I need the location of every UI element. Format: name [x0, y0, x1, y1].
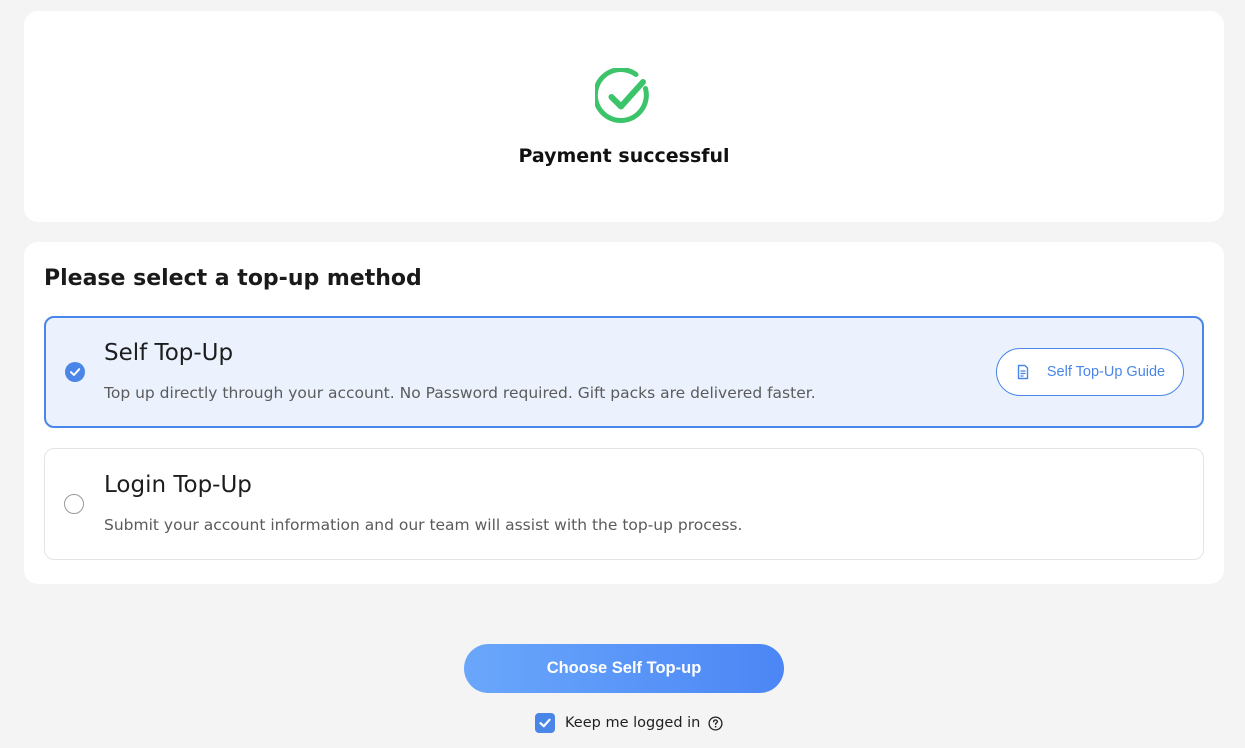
- option-self-top-up[interactable]: Self Top-Up Top up directly through your…: [44, 316, 1204, 428]
- keep-logged-in-row: Keep me logged in: [535, 713, 723, 733]
- radio-checked-icon[interactable]: [65, 362, 85, 382]
- keep-logged-in-label: Keep me logged in: [565, 715, 701, 731]
- option-description: Submit your account information and our …: [104, 516, 743, 534]
- radio-empty-icon[interactable]: [64, 494, 84, 514]
- question-circle-icon[interactable]: [708, 715, 723, 731]
- guide-button-label: Self Top-Up Guide: [1046, 364, 1166, 380]
- option-description: Top up directly through your account. No…: [104, 384, 816, 402]
- option-title: Self Top-Up: [104, 340, 234, 366]
- payment-success-title: Payment successful: [518, 145, 730, 167]
- choose-self-top-up-button[interactable]: Choose Self Top-up: [464, 644, 784, 693]
- self-top-up-guide-button[interactable]: Self Top-Up Guide: [996, 348, 1184, 396]
- payment-success-card: Payment successful: [24, 11, 1224, 222]
- top-up-method-card: Please select a top-up method Self Top-U…: [24, 242, 1224, 584]
- document-icon: [1017, 364, 1029, 380]
- option-login-top-up[interactable]: Login Top-Up Submit your account informa…: [44, 448, 1204, 560]
- keep-logged-in-checkbox[interactable]: [535, 713, 555, 733]
- check-circle-icon: [595, 68, 649, 123]
- option-title: Login Top-Up: [104, 472, 252, 498]
- page: Payment successful Please select a top-u…: [0, 0, 1245, 748]
- top-up-method-heading: Please select a top-up method: [44, 266, 422, 291]
- checkbox-check-icon: [539, 718, 551, 728]
